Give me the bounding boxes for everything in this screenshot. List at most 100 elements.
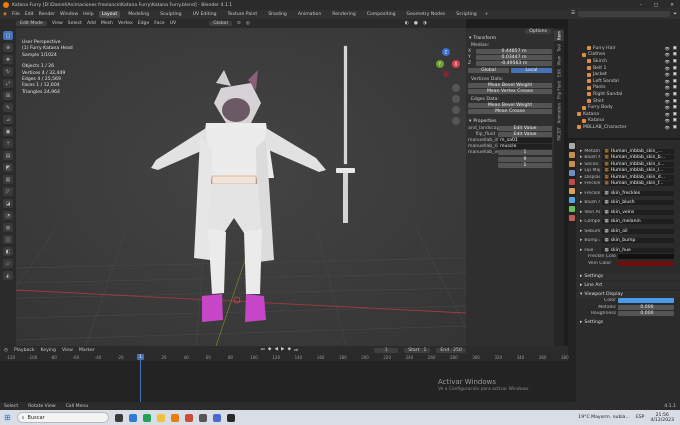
settings-section[interactable]: ▸ Settings — [568, 272, 680, 280]
modifier-props-icon[interactable] — [569, 197, 575, 203]
eye-icon[interactable]: 👁 — [665, 92, 670, 97]
node-input-value[interactable]: ▦ skin_hue — [602, 247, 674, 253]
tab-texture-paint[interactable]: Texture Paint — [225, 11, 261, 18]
tool-props-icon[interactable] — [569, 143, 575, 149]
scene-props-icon[interactable] — [569, 170, 575, 176]
node-input-value[interactable]: ▦ skin_oil — [602, 228, 674, 234]
menu-timeline-view[interactable]: View — [62, 348, 73, 353]
outliner-row[interactable]: Furry Body 👁 ▣ — [568, 104, 680, 111]
shear-tool-icon[interactable]: ▱ — [3, 259, 13, 268]
tab-geometry-nodes[interactable]: Geometry Nodes — [404, 11, 449, 18]
eye-icon[interactable]: 👁 — [665, 59, 670, 64]
node-input-value[interactable]: ▦ skin_blush — [602, 200, 674, 206]
poly-build-tool-icon[interactable]: ◪ — [3, 199, 13, 208]
node-input-row[interactable]: ▸Blush A...▦skin_blush — [568, 200, 680, 207]
prev-key-icon[interactable]: ◆ — [268, 347, 272, 353]
camera-icon[interactable]: ▣ — [673, 59, 677, 64]
outliner-row[interactable]: Clothes 👁 ▣ — [568, 52, 680, 59]
bevel-tool-icon[interactable]: ◩ — [3, 163, 13, 172]
language-indicator[interactable]: ESP — [636, 415, 645, 420]
shrink-tool-icon[interactable]: ◧ — [3, 247, 13, 256]
chevron-right-icon[interactable]: ▸ — [580, 181, 582, 186]
close-icon[interactable]: ✕ — [670, 3, 674, 8]
rip-tool-icon[interactable]: ◭ — [3, 271, 13, 280]
timeline[interactable]: -120-100-80-60-40-2002040608010012014016… — [0, 354, 569, 402]
menu-vertex[interactable]: Vertex — [118, 21, 133, 26]
outliner-row[interactable]: Katana 👁 ▣ — [568, 118, 680, 125]
node-input-row[interactable]: ▸Metalm...▦Human_mblab_skin_... — [568, 148, 680, 155]
menu-edit[interactable]: Edit — [25, 12, 34, 17]
maximize-icon[interactable]: □ — [654, 3, 658, 8]
menu-help[interactable]: Help — [83, 12, 93, 17]
node-input-row[interactable]: ▸Freckle...▦skin_freckles — [568, 190, 680, 197]
chevron-right-icon[interactable]: ▸ — [580, 219, 582, 224]
eye-icon[interactable]: 👁 — [665, 79, 670, 84]
annotate-tool-icon[interactable]: ✎ — [3, 103, 13, 112]
camera-icon[interactable]: ▣ — [673, 92, 677, 97]
shading-material-icon[interactable]: ◑ — [423, 21, 427, 26]
tab-view[interactable]: View — [554, 55, 564, 67]
tab-compositing[interactable]: Compositing — [364, 11, 399, 18]
vp-metallic-field[interactable]: 0.000 — [618, 304, 674, 310]
camera-icon[interactable]: ▣ — [673, 118, 677, 123]
menu-render[interactable]: Render — [39, 12, 55, 17]
chevron-right-icon[interactable]: ▸ — [580, 200, 582, 205]
outliner-search-input[interactable] — [578, 10, 671, 17]
vein-color-swatch[interactable] — [618, 260, 674, 266]
node-input-row[interactable]: ▸Secon...▦Human_mblab_skin_s... — [568, 161, 680, 168]
camera-icon[interactable]: ▣ — [673, 72, 677, 77]
menu-view[interactable]: View — [52, 21, 63, 26]
global-toggle[interactable]: Global — [468, 68, 509, 74]
node-input-row[interactable]: ▸ Hue ▦ skin_hue — [568, 247, 680, 254]
tab-tool[interactable]: Tool — [554, 43, 564, 53]
extrude-tool-icon[interactable]: ⇡ — [3, 139, 13, 148]
tab-layout[interactable]: Layout — [98, 11, 121, 18]
measure-tool-icon[interactable]: ⊿ — [3, 115, 13, 124]
cursor-tool-icon[interactable]: ⊕ — [3, 43, 13, 52]
node-input-row[interactable]: ▸Comple...▦skin_melanin — [568, 219, 680, 226]
node-input-value[interactable]: ▦ Human_mblab_skin_... — [602, 148, 674, 154]
overlay-icon[interactable]: ◐ — [405, 21, 409, 26]
tab-shading[interactable]: Shading — [265, 11, 290, 18]
edge-mean-bevel-field[interactable]: Mean Bevel Weight — [468, 103, 552, 109]
spin-tool-icon[interactable]: ◔ — [3, 211, 13, 220]
tab-edit[interactable]: Edit — [554, 68, 564, 78]
camera-icon[interactable]: ▣ — [673, 99, 677, 104]
outliner-row[interactable]: Katana 👁 ▣ — [568, 111, 680, 118]
start-frame-field[interactable]: Start 1 — [404, 347, 431, 353]
chevron-right-icon[interactable]: ▸ — [580, 229, 582, 234]
node-input-row[interactable]: ▸Bump A...▦skin_bump — [568, 238, 680, 245]
knife-tool-icon[interactable]: ◸ — [3, 187, 13, 196]
menu-select[interactable]: Select — [68, 21, 82, 26]
camera-icon[interactable]: ▣ — [673, 112, 677, 117]
node-input-value[interactable]: ▦ Human_mblab_skin_s... — [602, 161, 674, 167]
tab-animation[interactable]: Animation — [554, 102, 564, 124]
outliner-row[interactable]: Skirch 👁 ▣ — [568, 58, 680, 65]
shading-solid-icon[interactable]: ● — [414, 21, 418, 26]
chevron-right-icon[interactable]: ▸ — [580, 155, 582, 160]
prop-value[interactable]: 9 — [498, 156, 552, 162]
output-props-icon[interactable] — [569, 161, 575, 167]
line-art-section[interactable]: ▸ Line Art — [568, 281, 680, 289]
taskbar-search[interactable]: ⌕ Buscar — [16, 412, 109, 423]
mode-selector[interactable]: Edit Mode — [16, 21, 47, 26]
node-input-value[interactable]: ▦ skin_veins — [602, 209, 674, 215]
eye-icon[interactable]: 👁 — [665, 52, 670, 57]
tab-flip-fluid[interactable]: Flip Fluid — [554, 80, 564, 100]
outliner-row[interactable]: Shirt 👁 ▣ — [568, 98, 680, 105]
node-input-value[interactable]: ▦ skin_freckles — [602, 190, 674, 196]
eye-icon[interactable]: 👁 — [665, 105, 670, 110]
local-toggle[interactable]: Local — [511, 68, 552, 74]
camera-icon[interactable]: ▣ — [673, 46, 677, 51]
timeline-ruler[interactable]: -120-100-80-60-40-2002040608010012014016… — [0, 354, 569, 361]
eye-icon[interactable]: 👁 — [665, 46, 670, 51]
median-x-field[interactable]: 0.44857 m — [476, 48, 552, 54]
menu-add[interactable]: Add — [87, 21, 96, 26]
snap-icon[interactable]: ⊙ — [237, 21, 241, 26]
scale-tool-icon[interactable]: ⤢ — [3, 79, 13, 88]
chevron-right-icon[interactable]: ▸ — [580, 191, 582, 196]
outliner-row[interactable]: Jacket 👁 ▣ — [568, 71, 680, 78]
vp-roughness-field[interactable]: 0.000 — [618, 311, 674, 317]
outliner-row[interactable]: MBLLAB_Character 👁 ▣ — [568, 124, 680, 131]
select-box-tool-icon[interactable]: ▢ — [3, 31, 13, 40]
